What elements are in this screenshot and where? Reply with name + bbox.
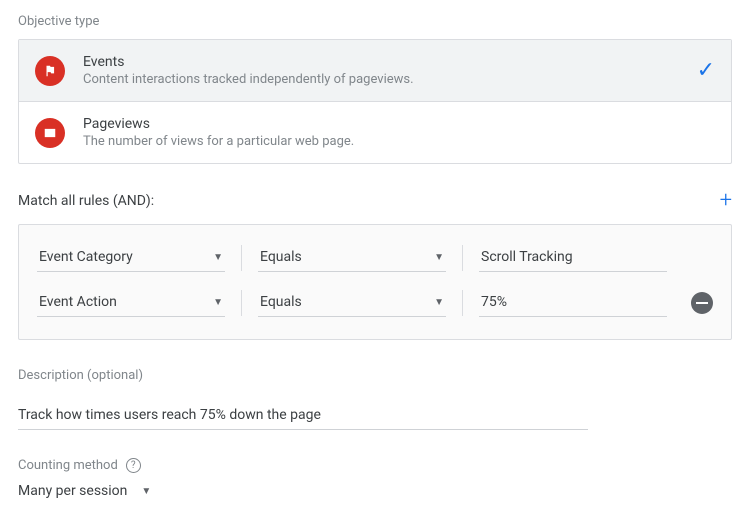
operator-value: Equals [260, 294, 302, 310]
separator [462, 290, 463, 316]
dimension-select[interactable]: Event Action ▼ [37, 288, 225, 317]
value-text: Scroll Tracking [481, 249, 573, 265]
objective-title: Pageviews [83, 116, 715, 132]
chevron-down-icon: ▼ [434, 297, 444, 308]
chevron-down-icon: ▼ [141, 486, 151, 497]
objective-text: Events Content interactions tracked inde… [83, 54, 689, 87]
counting-value: Many per session [18, 483, 127, 499]
separator [462, 245, 463, 271]
operator-value: Equals [260, 249, 302, 265]
flag-icon [35, 56, 65, 86]
objective-type-label: Objective type [18, 14, 732, 29]
rules-title: Match all rules (AND): [18, 193, 154, 209]
value-input[interactable]: Scroll Tracking [479, 243, 667, 272]
check-icon: ✓ [697, 58, 715, 83]
counting-section: Counting method ? Many per session ▼ [18, 458, 732, 499]
counting-method-select[interactable]: Many per session ▼ [18, 483, 151, 499]
operator-select[interactable]: Equals ▼ [258, 243, 446, 272]
counting-label: Counting method [18, 458, 118, 473]
objective-subtitle: The number of views for a particular web… [83, 134, 715, 149]
description-input[interactable] [18, 401, 588, 430]
objective-options: Events Content interactions tracked inde… [18, 39, 732, 164]
dimension-value: Event Action [39, 294, 117, 310]
description-section: Description (optional) [18, 368, 732, 430]
chevron-down-icon: ▼ [213, 252, 223, 263]
separator [241, 290, 242, 316]
remove-rule-button[interactable] [691, 292, 713, 314]
help-icon[interactable]: ? [126, 458, 141, 473]
objective-option-pageviews[interactable]: Pageviews The number of views for a part… [19, 101, 731, 163]
objective-title: Events [83, 54, 689, 70]
minus-icon [696, 302, 708, 304]
counting-label-row: Counting method ? [18, 458, 732, 473]
objective-subtitle: Content interactions tracked independent… [83, 72, 689, 87]
separator [241, 245, 242, 271]
rule-row: Event Action ▼ Equals ▼ 75% [27, 280, 723, 325]
dimension-select[interactable]: Event Category ▼ [37, 243, 225, 272]
operator-select[interactable]: Equals ▼ [258, 288, 446, 317]
chevron-down-icon: ▼ [213, 297, 223, 308]
rule-row: Event Category ▼ Equals ▼ Scroll Trackin… [27, 235, 723, 280]
rules-header: Match all rules (AND): + [18, 190, 732, 212]
description-label: Description (optional) [18, 368, 732, 383]
value-text: 75% [481, 294, 507, 310]
value-input[interactable]: 75% [479, 288, 667, 317]
page-icon [35, 118, 65, 148]
add-rule-button[interactable]: + [720, 190, 732, 212]
dimension-value: Event Category [39, 249, 133, 265]
rules-box: Event Category ▼ Equals ▼ Scroll Trackin… [18, 224, 732, 340]
objective-option-events[interactable]: Events Content interactions tracked inde… [19, 40, 731, 101]
objective-text: Pageviews The number of views for a part… [83, 116, 715, 149]
chevron-down-icon: ▼ [434, 252, 444, 263]
